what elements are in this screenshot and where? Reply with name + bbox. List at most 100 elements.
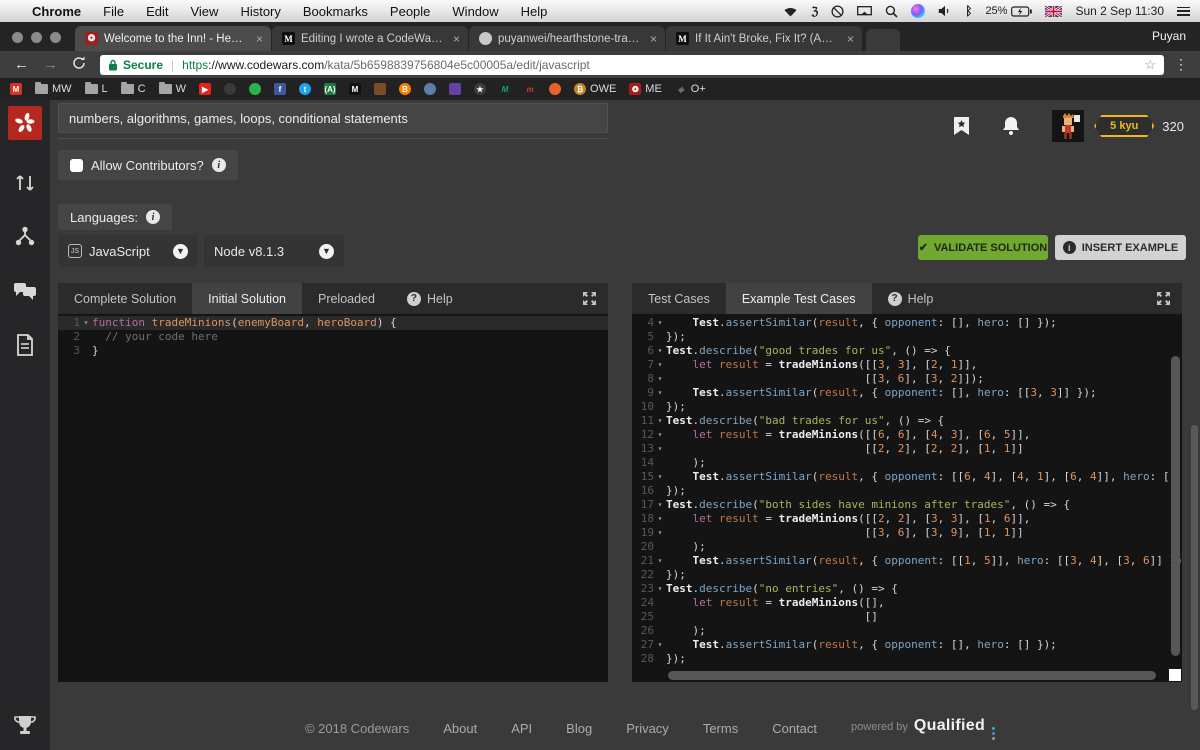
flux-icon[interactable]: ℨ	[811, 5, 818, 18]
discussions-icon[interactable]	[0, 264, 50, 318]
forward-button[interactable]: →	[43, 56, 58, 73]
uk-flag-icon[interactable]	[1045, 6, 1062, 17]
menu-edit[interactable]: Edit	[146, 4, 168, 19]
siri-icon[interactable]	[911, 4, 925, 18]
tests-editor[interactable]: 4▾ Test.assertSimilar(result, { opponent…	[632, 314, 1182, 682]
menu-history[interactable]: History	[240, 4, 280, 19]
fold-arrow-icon[interactable]: ▾	[654, 470, 666, 484]
zoom-window-button[interactable]	[50, 32, 61, 43]
fold-arrow-icon[interactable]: ▾	[654, 344, 666, 358]
bookmark-green-app[interactable]	[249, 83, 261, 95]
codewars-logo[interactable]	[8, 106, 42, 140]
spotlight-icon[interactable]	[885, 5, 898, 18]
bookmark-codewars-me[interactable]: ❂ME	[629, 83, 662, 95]
chrome-menu-icon[interactable]: ⋮	[1174, 56, 1188, 73]
menu-view[interactable]: View	[190, 4, 218, 19]
bookmark-twitter[interactable]: t	[299, 83, 311, 95]
fork-icon[interactable]	[0, 210, 50, 264]
bookmark-pixel-avatar[interactable]	[374, 83, 386, 95]
solution-editor[interactable]: 1▾function tradeMinions(enemyBoard, hero…	[58, 314, 608, 682]
display-icon[interactable]	[857, 6, 872, 17]
menu-window[interactable]: Window	[452, 4, 498, 19]
dnd-icon[interactable]	[831, 5, 844, 18]
info-icon[interactable]: i	[146, 210, 160, 224]
footer-link-privacy[interactable]: Privacy	[626, 721, 669, 736]
bookmark-pointer-app[interactable]	[424, 83, 436, 95]
editor-vertical-scrollbar[interactable]	[1171, 356, 1180, 656]
bookmark-folder-l[interactable]: L	[85, 83, 108, 95]
fold-arrow-icon[interactable]: ▾	[654, 554, 666, 568]
validate-solution-button[interactable]: ✔ VALIDATE SOLUTION	[918, 235, 1048, 260]
volume-icon[interactable]	[938, 5, 952, 17]
editor-horizontal-scrollbar[interactable]	[668, 671, 1156, 680]
panel-tab-initial-solution[interactable]: Initial Solution	[192, 283, 302, 314]
docs-icon[interactable]	[0, 318, 50, 372]
allow-contributors-checkbox[interactable]	[70, 159, 83, 172]
tab-close-icon[interactable]: ×	[254, 32, 263, 46]
chrome-profile-name[interactable]: Puyan	[1152, 29, 1186, 43]
panel-tab-preloaded[interactable]: Preloaded	[302, 283, 391, 314]
page-scrollbar[interactable]	[1191, 425, 1198, 710]
browser-tab[interactable]: ❂Welcome to the Inn! - Hearthst×	[75, 26, 271, 51]
fold-arrow-icon[interactable]: ▾	[654, 316, 666, 330]
tags-input[interactable]: numbers, algorithms, games, loops, condi…	[58, 103, 608, 133]
new-tab-button[interactable]	[866, 29, 900, 51]
browser-tab[interactable]: puyanwei/hearthstone-trading-×	[469, 26, 665, 51]
tab-close-icon[interactable]: ×	[648, 32, 657, 46]
insert-example-button[interactable]: i INSERT EXAMPLE	[1055, 235, 1186, 260]
fold-arrow-icon[interactable]: ▾	[654, 414, 666, 428]
info-icon[interactable]: i	[212, 158, 226, 172]
close-window-button[interactable]	[12, 32, 23, 43]
tab-close-icon[interactable]: ×	[845, 32, 854, 46]
menu-help[interactable]: Help	[521, 4, 548, 19]
back-button[interactable]: ←	[14, 56, 29, 73]
browser-tab[interactable]: MEditing I wrote a CodeWars Puz×	[272, 26, 468, 51]
menu-chrome[interactable]: Chrome	[32, 4, 81, 19]
bookmark-facebook[interactable]: f	[274, 83, 286, 95]
notification-center-icon[interactable]	[1177, 7, 1190, 16]
menu-people[interactable]: People	[390, 4, 430, 19]
bookmark-owe[interactable]: ₿OWE	[574, 83, 616, 95]
bookmark-a-app[interactable]: (A)	[324, 83, 336, 95]
browser-tab[interactable]: MIf It Ain't Broke, Fix It? (And Le×	[666, 26, 862, 51]
footer-link-terms[interactable]: Terms	[703, 721, 738, 736]
collections-bookmark-icon[interactable]	[936, 116, 986, 136]
bookmark-o-plus[interactable]: ◈O+	[675, 83, 706, 95]
fold-arrow-icon[interactable]: ▾	[654, 512, 666, 526]
fold-arrow-icon[interactable]: ▾	[654, 358, 666, 372]
menu-file[interactable]: File	[103, 4, 124, 19]
window-controls[interactable]	[12, 32, 61, 43]
footer-link-blog[interactable]: Blog	[566, 721, 592, 736]
bookmark-folder-w[interactable]: W	[159, 83, 186, 95]
fold-arrow-icon[interactable]: ▾	[654, 442, 666, 456]
user-avatar[interactable]	[1052, 110, 1084, 142]
fold-arrow-icon[interactable]: ▾	[654, 372, 666, 386]
battery-indicator[interactable]: 25%	[985, 5, 1032, 17]
footer-link-about[interactable]: About	[443, 721, 477, 736]
minimize-window-button[interactable]	[31, 32, 42, 43]
leaderboard-trophy-icon[interactable]	[0, 714, 50, 736]
bookmark-red-m[interactable]: m	[524, 83, 536, 95]
fold-arrow-icon[interactable]: ▾	[654, 428, 666, 442]
bookmark-youtube[interactable]: ▶	[199, 83, 211, 95]
bookmark-medium[interactable]: M	[349, 83, 361, 95]
wifi-icon[interactable]	[783, 6, 798, 17]
bookmark-star-app[interactable]: ★	[474, 83, 486, 95]
bookmark-star-icon[interactable]: ☆	[1144, 57, 1156, 73]
panel-tab-help[interactable]: ?Help	[391, 283, 469, 314]
bookmark-blogger[interactable]: B	[399, 83, 411, 95]
fold-arrow-icon[interactable]: ▾	[654, 498, 666, 512]
fold-arrow-icon[interactable]: ▾	[654, 582, 666, 596]
reload-button[interactable]	[72, 56, 86, 74]
footer-link-contact[interactable]: Contact	[772, 721, 817, 736]
menubar-clock[interactable]: Sun 2 Sep 11:30	[1075, 4, 1164, 18]
bookmark-github[interactable]	[224, 83, 236, 95]
bookmark-folder-mw[interactable]: MW	[35, 83, 72, 95]
panel-tab-help[interactable]: ?Help	[872, 283, 950, 314]
honor-score[interactable]: 320	[1162, 119, 1184, 134]
panel-tab-test-cases[interactable]: Test Cases	[632, 283, 726, 314]
tab-close-icon[interactable]: ×	[451, 32, 460, 46]
fold-arrow-icon[interactable]: ▾	[654, 386, 666, 400]
bookmark-orange-app[interactable]	[549, 83, 561, 95]
fullscreen-expand-icon[interactable]	[583, 283, 608, 314]
